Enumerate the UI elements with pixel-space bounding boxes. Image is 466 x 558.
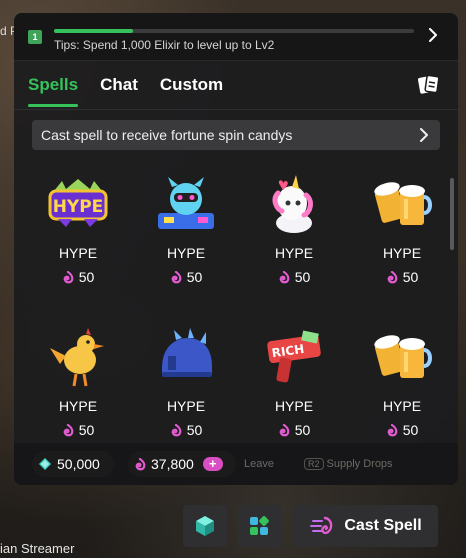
cast-spell-label: Cast Spell: [344, 517, 422, 534]
spell-price-value: 50: [186, 269, 203, 285]
spell-card[interactable]: HYPE HYPE 50: [24, 173, 132, 303]
spell-price-value: 50: [294, 269, 311, 285]
gem-icon: [39, 458, 51, 470]
spell-price-value: 50: [78, 422, 95, 438]
leave-hint: Leave: [244, 458, 274, 470]
bottom-action-bar: Cast Spell: [0, 500, 466, 558]
spell-price: 50: [348, 269, 456, 285]
currency-footer: 50,000 37,800 + Leave R2 Supply Drops: [14, 443, 458, 485]
spell-card[interactable]: HYPE 50: [24, 326, 132, 456]
candy-icon: [279, 423, 290, 436]
rich-money-gun-icon: RICH: [267, 330, 321, 383]
spell-name: HYPE: [166, 398, 206, 414]
spell-price: 50: [240, 422, 348, 438]
spell-price-value: 50: [78, 269, 95, 285]
beer-mugs-icon: [374, 182, 432, 225]
panel-tabs: Spells Chat Custom: [28, 75, 223, 107]
svg-text:HYPE: HYPE: [53, 197, 104, 217]
gem-balance: 50,000: [32, 451, 114, 477]
candy-icon: [171, 270, 182, 283]
gem-balance-value: 50,000: [57, 456, 100, 472]
spell-name: HYPE: [274, 398, 314, 414]
add-candy-button[interactable]: +: [202, 457, 223, 471]
unicorn-icon: [272, 175, 313, 233]
dj-robot-icon: [158, 177, 214, 229]
candy-icon: [387, 423, 398, 436]
spell-card[interactable]: HYPE 50: [132, 326, 240, 456]
spell-card[interactable]: HYPE 50: [348, 173, 456, 303]
cast-spell-icon: [310, 516, 333, 535]
spell-price-value: 50: [402, 269, 419, 285]
supply-drops-label: Supply Drops: [326, 458, 393, 470]
beer-mugs-icon: [374, 335, 432, 378]
candy-icon: [279, 270, 290, 283]
spell-price: 50: [24, 422, 132, 438]
cube-button[interactable]: [183, 505, 227, 547]
spell-price: 50: [132, 269, 240, 285]
fortune-spin-banner[interactable]: Cast spell to receive fortune spin candy…: [32, 120, 440, 150]
leave-hint-label: Leave: [244, 458, 274, 470]
spell-card[interactable]: RICH HYPE 50: [240, 326, 348, 456]
level-tip-bar[interactable]: 1 Tips: Spend 1,000 Elixir to level up t…: [14, 13, 458, 61]
tab-custom[interactable]: Custom: [160, 75, 223, 103]
cube-icon: [196, 516, 214, 536]
tab-chat[interactable]: Chat: [100, 75, 138, 103]
spell-card[interactable]: HYPE 50: [348, 326, 456, 456]
chevron-right-icon[interactable]: [426, 28, 440, 42]
spell-price: 50: [132, 422, 240, 438]
spell-name: HYPE: [166, 245, 206, 261]
tab-spells[interactable]: Spells: [28, 75, 79, 107]
spiked-helmet-icon: [162, 328, 212, 377]
chicken-icon: [50, 328, 104, 387]
spell-card[interactable]: HYPE 50: [132, 173, 240, 303]
spell-name: HYPE: [58, 245, 98, 261]
spells-panel: 1 Tips: Spend 1,000 Elixir to level up t…: [14, 13, 458, 485]
cast-spell-button[interactable]: Cast Spell: [294, 505, 438, 547]
level-progress-track: [54, 29, 414, 33]
candy-icon: [387, 270, 398, 283]
level-badge: 1: [28, 30, 42, 44]
spell-name: HYPE: [382, 398, 422, 414]
level-tip-text: Tips: Spend 1,000 Elixir to level up to …: [54, 38, 275, 52]
cards-icon[interactable]: [416, 73, 442, 97]
r2-key-icon: R2: [304, 458, 324, 470]
spell-price-value: 50: [294, 422, 311, 438]
spell-name: HYPE: [274, 245, 314, 261]
candy-icon: [63, 270, 74, 283]
candy-balance-value: 37,800: [151, 456, 194, 472]
banner-text: Cast spell to receive fortune spin candy…: [41, 127, 293, 143]
candy-icon: [135, 457, 146, 470]
supply-drops-hint: R2 Supply Drops: [304, 458, 393, 470]
candy-icon: [63, 423, 74, 436]
hype-logo-icon: HYPE: [48, 179, 108, 227]
spell-card[interactable]: HYPE 50: [240, 173, 348, 303]
spell-price: 50: [24, 269, 132, 285]
spell-price-value: 50: [402, 422, 419, 438]
spell-price: 50: [240, 269, 348, 285]
spell-name: HYPE: [382, 245, 422, 261]
tab-divider: [14, 109, 458, 110]
spell-price-value: 50: [186, 422, 203, 438]
apps-grid-icon: [250, 516, 269, 535]
spell-grid-scrollbar[interactable]: [450, 178, 454, 250]
spell-name: HYPE: [58, 398, 98, 414]
spell-price: 50: [348, 422, 456, 438]
apps-grid-button[interactable]: [237, 505, 281, 547]
level-progress-fill: [54, 29, 134, 33]
chevron-right-icon: [420, 128, 428, 142]
candy-icon: [171, 423, 182, 436]
candy-balance: 37,800 +: [128, 451, 236, 477]
